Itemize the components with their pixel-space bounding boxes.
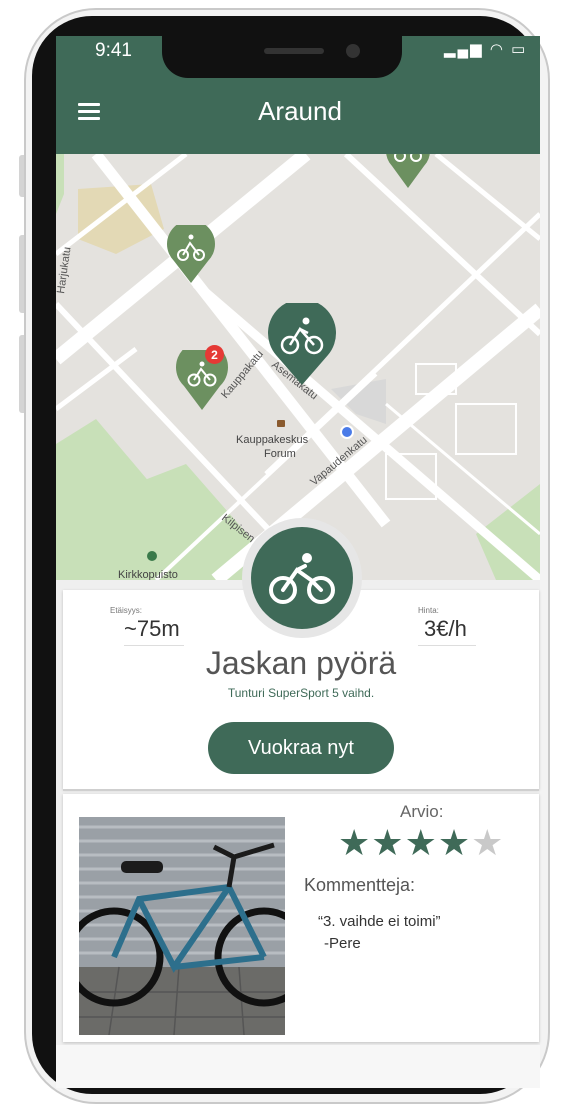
park-label: Kirkkopuisto: [118, 569, 178, 580]
cluster-count: 2: [211, 347, 218, 362]
bike-map-marker[interactable]: [166, 225, 216, 285]
poi-label: Kauppakeskus: [236, 434, 309, 446]
screen-bottom-area: [56, 1045, 540, 1088]
bicycle-icon: [269, 553, 335, 604]
status-icons: ▂▄▆ ◠ ▭: [444, 41, 528, 58]
star-filled-icon: ★: [371, 822, 405, 863]
park-tree-icon: [147, 551, 157, 561]
distance-value: ~75m: [124, 616, 180, 641]
price-value: 3€/h: [424, 616, 467, 641]
hamburger-menu-icon[interactable]: [78, 103, 100, 120]
star-empty-icon: ★: [471, 822, 505, 863]
comment-text: “3. vaihde ei toimi”: [318, 913, 441, 930]
bike-name: Jaskan pyörä: [205, 645, 397, 681]
bike-model: Tunturi SuperSport 5 vaihd.: [227, 686, 375, 700]
card-divider: [63, 789, 539, 791]
star-filled-icon: ★: [437, 822, 472, 863]
app-title: Araund: [258, 96, 342, 126]
rent-now-button[interactable]: Vuokraa nyt: [208, 722, 394, 774]
shopping-bag-icon: [277, 420, 285, 427]
my-location-dot: [342, 427, 352, 437]
poi-label-line2: Forum: [264, 448, 296, 460]
phone-notch: [162, 36, 402, 78]
star-filled-icon: ★: [338, 822, 372, 863]
comments-label: Kommentteja:: [304, 875, 416, 895]
status-time: 9:41: [95, 40, 132, 61]
rating-label: Arvio:: [400, 802, 444, 821]
selected-bike-map-marker[interactable]: [266, 303, 338, 387]
star-filled-icon: ★: [404, 822, 438, 863]
cluster-count-badge: 2: [205, 345, 224, 364]
bike-photo: [79, 817, 285, 1035]
distance-label: Etäisyys:: [110, 606, 143, 615]
comment-author: -Pere: [324, 935, 361, 952]
rating-stars: ★★★★★: [338, 822, 504, 864]
price-label: Hinta:: [418, 606, 439, 615]
bike-avatar: [242, 518, 362, 638]
